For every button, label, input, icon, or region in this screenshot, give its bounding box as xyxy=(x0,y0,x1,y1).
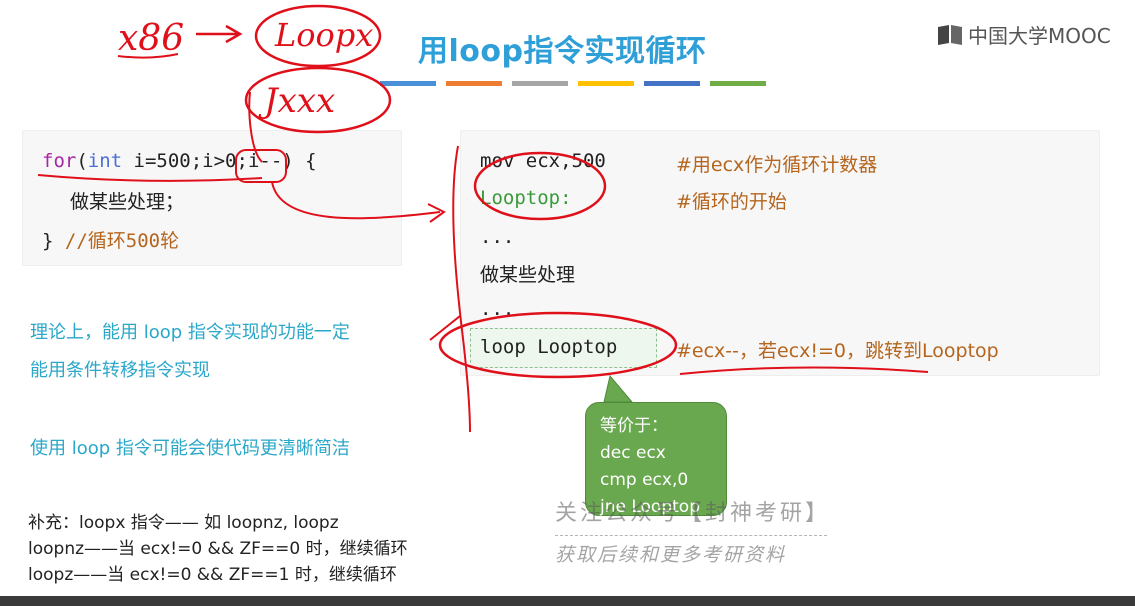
stripe-1 xyxy=(380,81,436,86)
asm-line-1-code: mov ecx,500 xyxy=(480,150,606,172)
body-paragraph-1-line-1: 理论上，能用 loop 指令实现的功能一定 xyxy=(30,322,350,343)
book-icon xyxy=(938,24,962,45)
c-code-line-3: } //循环500轮 xyxy=(42,230,180,252)
stripe-4 xyxy=(578,81,634,86)
handwritten-x86: x86 xyxy=(118,18,184,59)
callout-line-1: 等价于： xyxy=(600,416,668,436)
body-paragraph-2: 使用 loop 指令可能会使代码更清晰简洁 xyxy=(30,438,350,459)
slide-title: 用loop指令实现循环 xyxy=(418,34,707,69)
asm-line-6-code: loop Looptop xyxy=(480,336,618,358)
stripe-2 xyxy=(446,81,502,86)
stripe-3 xyxy=(512,81,568,86)
c-code-line-2: 做某些处理； xyxy=(70,191,185,213)
int-keyword: int xyxy=(87,150,123,172)
asm-line-1-comment: #用ecx作为循环计数器 xyxy=(676,154,878,176)
asm-line-6-comment: #ecx--，若ecx!=0，跳转到Looptop xyxy=(676,340,999,362)
supplement-line-1: 补充：loopx 指令—— 如 loopnz, loopz xyxy=(28,513,339,533)
watermark-divider xyxy=(555,535,827,536)
supplement-line-3: loopz——当 ecx!=0 && ZF==1 时，继续循环 xyxy=(28,565,397,585)
for-keyword: for xyxy=(42,150,77,172)
stripe-6 xyxy=(710,81,766,86)
logo-text: 中国大学MOOC xyxy=(968,24,1111,48)
asm-line-5: ... xyxy=(480,298,515,320)
handwritten-jxxx: Jxxx xyxy=(258,81,335,121)
asm-line-2-comment: #循环的开始 xyxy=(676,191,787,213)
mooc-logo: 中国大学MOOC xyxy=(936,20,1111,49)
asm-line-3: ... xyxy=(480,226,515,248)
asm-line-2-label: Looptop: xyxy=(480,187,572,209)
c-comment: //循环500轮 xyxy=(64,230,180,252)
body-paragraph-1-line-2: 能用条件转移指令实现 xyxy=(30,360,210,381)
c-code-line-1: for(int i=500;i>0;i--) { xyxy=(42,150,317,172)
video-progress-bar[interactable] xyxy=(0,596,1135,606)
stripe-5 xyxy=(644,81,700,86)
title-underline-stripes xyxy=(380,81,766,86)
asm-line-4: 做某些处理 xyxy=(480,264,576,286)
callout-line-3: cmp ecx,0 xyxy=(600,470,689,490)
watermark-line-2: 获取后续和更多考研资料 xyxy=(555,544,787,566)
callout-line-2: dec ecx xyxy=(600,443,666,463)
handwritten-loopx: Loopx xyxy=(274,16,373,54)
supplement-line-2: loopnz——当 ecx!=0 && ZF==0 时，继续循环 xyxy=(28,539,408,559)
watermark-line-1: 关注公众号【封神考研】 xyxy=(555,501,831,526)
